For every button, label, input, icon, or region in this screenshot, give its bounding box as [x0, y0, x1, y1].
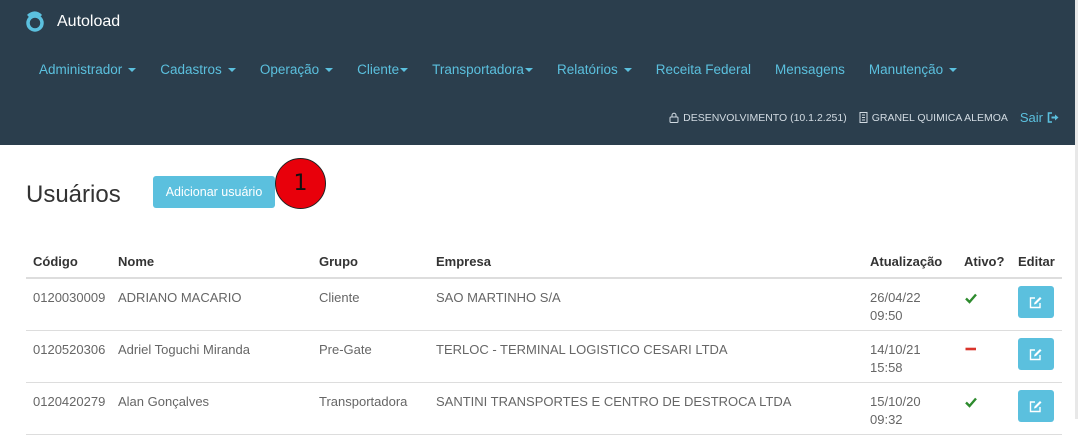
header-codigo[interactable]: Código	[33, 254, 78, 269]
edit-icon	[1029, 400, 1042, 412]
cell-codigo: 0120030009	[33, 290, 106, 305]
header-grupo[interactable]: Grupo	[319, 254, 358, 269]
cell-time: 15:58	[870, 360, 903, 375]
add-user-button[interactable]: Adicionar usuário	[153, 176, 275, 208]
edit-button[interactable]	[1018, 286, 1054, 318]
cell-codigo: 0120420279	[33, 394, 106, 409]
table-row: 0120520306 Adriel Toguchi Miranda Pre-Ga…	[26, 331, 1062, 383]
menu-label: Operação	[259, 61, 320, 77]
table-header: Código Nome Grupo Empresa Atualização At…	[26, 244, 1062, 279]
company-indicator: GRANEL QUIMICA ALEMOA	[859, 112, 1008, 124]
cell-grupo: Pre-Gate	[319, 342, 372, 357]
edit-icon	[1029, 348, 1042, 360]
cell-empresa: SANTINI TRANSPORTES E CENTRO DE DESTROCA…	[436, 394, 792, 409]
caret-down-icon	[227, 68, 236, 72]
sign-out-icon	[1047, 112, 1059, 123]
logout-link[interactable]: Sair	[1020, 110, 1060, 125]
header-nome[interactable]: Nome	[118, 254, 154, 269]
caret-down-icon	[400, 68, 409, 72]
users-table: Código Nome Grupo Empresa Atualização At…	[26, 244, 1062, 435]
check-icon	[965, 293, 977, 304]
status-bar: DESENVOLVIMENTO (10.1.2.251) GRANEL QUIM…	[657, 110, 1060, 125]
step-marker: 1	[275, 158, 326, 209]
cell-codigo: 0120520306	[33, 342, 106, 357]
cell-date: 14/10/21	[870, 342, 921, 357]
caret-down-icon	[623, 68, 632, 72]
cell-nome: Adriel Toguchi Miranda	[118, 342, 250, 357]
menu-label: Manutenção	[868, 61, 944, 77]
company-label: GRANEL QUIMICA ALEMOA	[871, 111, 1008, 124]
menu-cliente[interactable]: Cliente	[345, 60, 420, 78]
menu-label: Cliente	[357, 61, 400, 77]
page-title: Usuários	[26, 181, 121, 208]
cell-nome: ADRIANO MACARIO	[118, 290, 242, 305]
menu-label: Relatórios	[556, 61, 618, 77]
lock-icon	[669, 112, 679, 123]
cell-atualizacao: 26/04/22 09:50	[870, 289, 930, 325]
top-navbar: Autoload Administrador Cadastros Operaçã…	[0, 0, 1075, 145]
table-row: 0120420279 Alan Gonçalves Transportadora…	[26, 383, 1062, 435]
main-menu: Administrador Cadastros Operação Cliente…	[27, 60, 969, 78]
menu-label: Mensagens	[775, 61, 845, 77]
menu-label: Receita Federal	[655, 61, 752, 77]
cell-empresa: TERLOC - TERMINAL LOGISTICO CESARI LTDA	[436, 342, 728, 357]
cell-date: 15/10/20	[870, 394, 921, 409]
header-ativo[interactable]: Ativo?	[964, 254, 1004, 269]
cell-grupo: Cliente	[319, 290, 360, 305]
cell-grupo: Transportadora	[319, 394, 408, 409]
cell-time: 09:32	[870, 412, 903, 427]
header-editar: Editar	[1018, 254, 1055, 269]
menu-administrador[interactable]: Administrador	[27, 60, 148, 78]
logout-label: Sair	[1019, 110, 1043, 125]
app-title: Autoload	[57, 13, 121, 30]
building-icon	[859, 112, 868, 123]
cell-atualizacao: 15/10/20 09:32	[870, 393, 930, 429]
menu-label: Administrador	[39, 61, 123, 77]
check-icon	[965, 397, 977, 408]
menu-operacao[interactable]: Operação	[248, 60, 345, 78]
minus-icon	[965, 347, 976, 351]
caret-down-icon	[325, 68, 334, 72]
brand[interactable]: Autoload	[24, 11, 120, 33]
cell-date: 26/04/22	[870, 290, 921, 305]
header-empresa[interactable]: Empresa	[436, 254, 491, 269]
menu-relatorios[interactable]: Relatórios	[545, 60, 644, 78]
edit-icon	[1029, 296, 1042, 308]
menu-transportadora[interactable]: Transportadora	[420, 60, 545, 78]
menu-label: Transportadora	[432, 61, 524, 77]
cell-empresa: SAO MARTINHO S/A	[436, 290, 561, 305]
environment-label: DESENVOLVIMENTO (10.1.2.251)	[683, 111, 847, 124]
cell-nome: Alan Gonçalves	[118, 394, 210, 409]
header-atualizacao[interactable]: Atualização	[870, 254, 942, 269]
caret-down-icon	[524, 68, 533, 72]
menu-receita-federal[interactable]: Receita Federal	[644, 60, 763, 78]
environment-indicator: DESENVOLVIMENTO (10.1.2.251)	[669, 112, 847, 124]
menu-cadastros[interactable]: Cadastros	[148, 60, 248, 78]
edit-button[interactable]	[1018, 390, 1054, 422]
autoload-logo-icon	[26, 11, 44, 32]
cell-time: 09:50	[870, 308, 903, 323]
caret-down-icon	[128, 68, 137, 72]
menu-label: Cadastros	[160, 61, 222, 77]
edit-button[interactable]	[1018, 338, 1054, 370]
caret-down-icon	[949, 68, 958, 72]
menu-manutencao[interactable]: Manutenção	[857, 60, 969, 78]
cell-atualizacao: 14/10/21 15:58	[870, 341, 930, 377]
menu-mensagens[interactable]: Mensagens	[763, 60, 857, 78]
table-row: 0120030009 ADRIANO MACARIO Cliente SAO M…	[26, 279, 1062, 331]
